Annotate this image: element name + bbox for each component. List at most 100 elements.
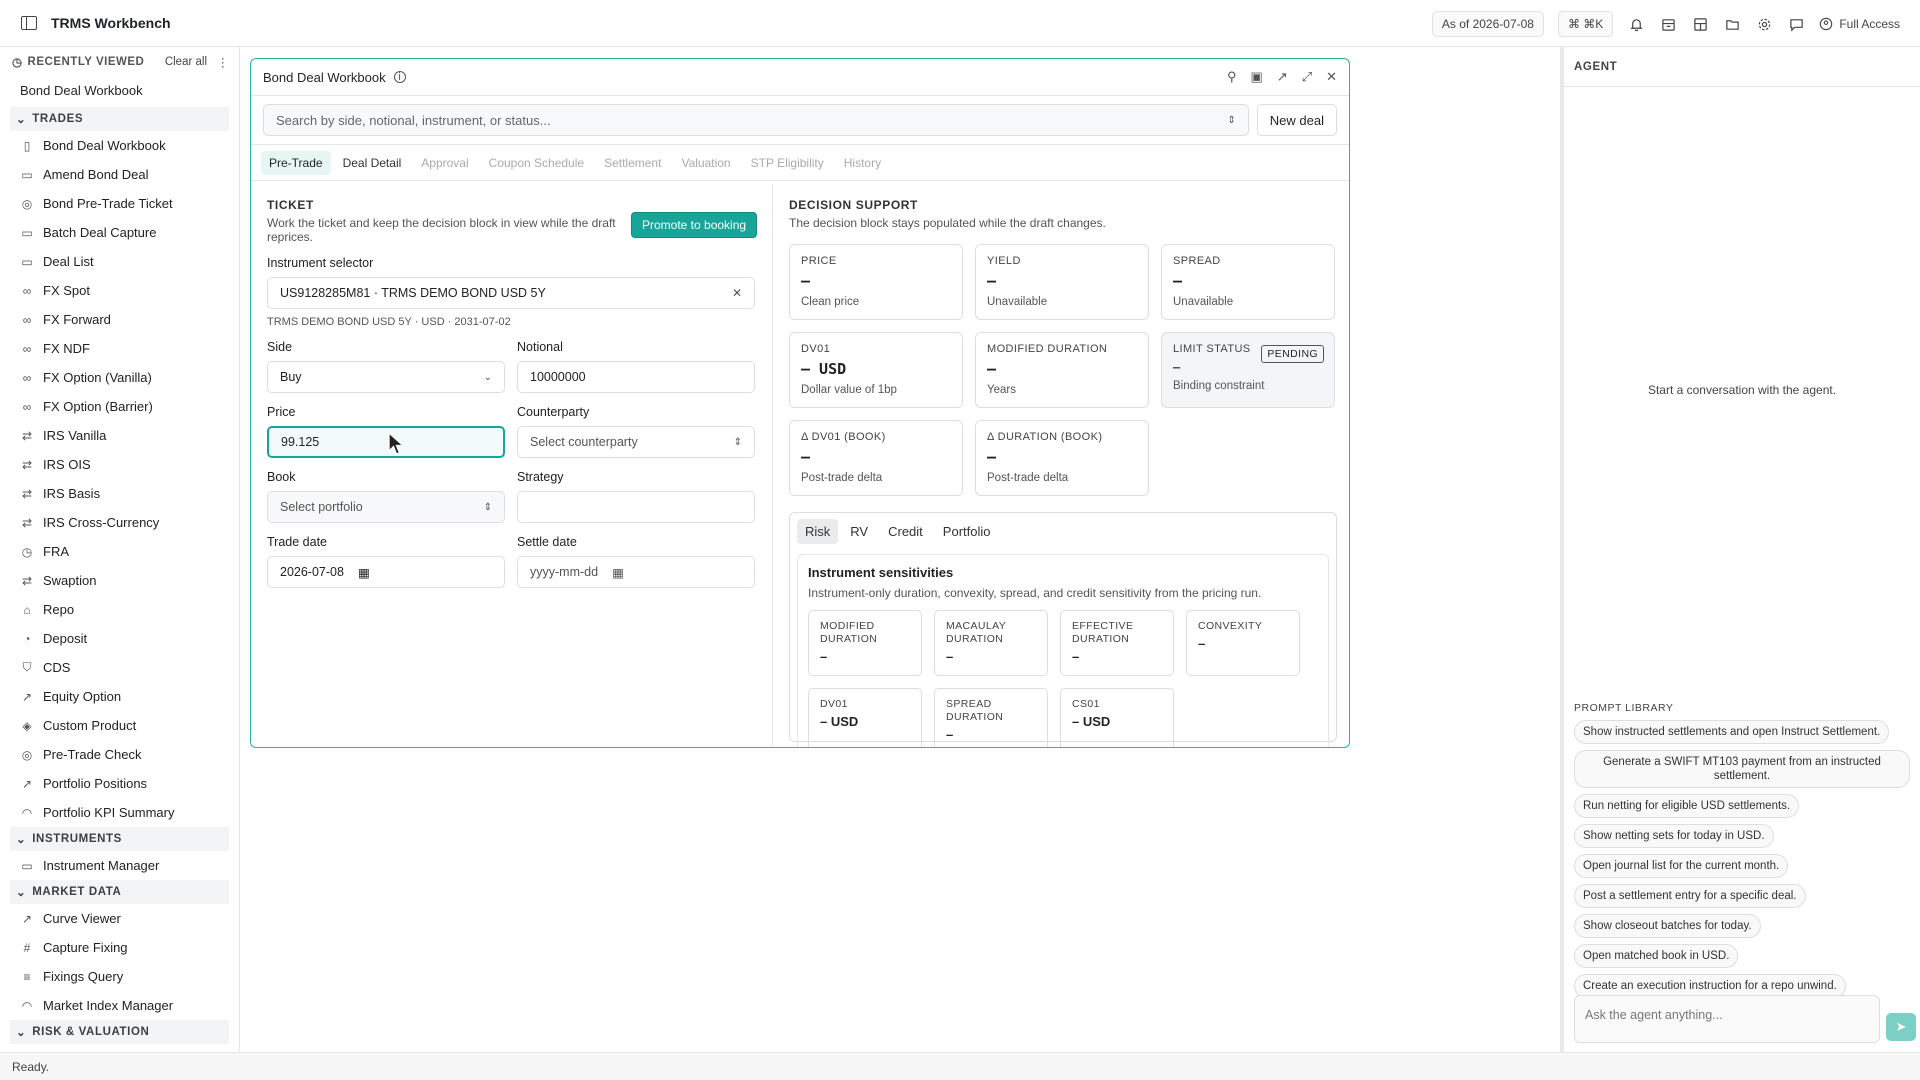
decision-card: DV01 — USD Dollar value of 1bp [789,332,963,408]
open-external-icon[interactable]: ↗ [1277,69,1288,85]
recently-viewed-header: ◷ RECENTLY VIEWED Clear all ⋮ [0,49,239,75]
book-select[interactable]: Select portfolio ⇕ [267,491,505,523]
promote-to-booking-button[interactable]: Promote to booking [631,212,758,238]
sidebar-item[interactable]: ⇄ IRS OIS [0,450,239,479]
bell-icon[interactable] [1627,15,1645,33]
tab[interactable]: Pre-Trade [261,150,331,175]
sidebar-item[interactable]: ◎ Bond Pre-Trade Ticket [0,189,239,218]
access-indicator[interactable]: Full Access [1819,17,1900,31]
sidebar-item[interactable]: ≡ Fixings Query [0,962,239,991]
layout-icon[interactable] [1691,15,1709,33]
more-vertical-icon[interactable]: ⋮ [217,55,229,69]
sidebar-item[interactable]: ∞ FX Spot [0,276,239,305]
save-icon[interactable]: ▣ [1250,69,1262,85]
notional-input[interactable]: 10000000 [517,361,755,393]
settle-date-input[interactable]: yyyy-mm-dd ▦ [517,556,755,588]
gear-icon[interactable] [1755,15,1773,33]
section-header[interactable]: ⌄ MARKET DATA [10,880,229,904]
clear-icon[interactable]: ✕ [732,286,742,300]
book-label: Book [267,470,296,484]
sidebar-item-label: Instrument Manager [43,858,160,873]
prompt-chip[interactable]: Open journal list for the current month. [1574,854,1789,878]
analytics-tab[interactable]: Risk [797,519,839,544]
instrument-meta: TRMS DEMO BOND USD 5Y · USD · 2031-07-02 [267,316,511,328]
calendar-icon[interactable]: ▦ [358,565,370,580]
analytics-tab[interactable]: Portfolio [935,519,999,544]
deal-search-input[interactable]: Search by side, notional, instrument, or… [263,104,1249,136]
as-of-date[interactable]: As of 2026-07-08 [1431,11,1544,37]
info-icon[interactable]: i [393,71,406,83]
tab[interactable]: Deal Detail [335,151,410,175]
sidebar-item[interactable]: ⇄ IRS Vanilla [0,421,239,450]
prompt-chip[interactable]: Generate a SWIFT MT103 payment from an i… [1574,750,1910,788]
analytics-tab[interactable]: RV [842,519,876,544]
sidebar-item[interactable]: ⛉ CDS [0,653,239,682]
sidebar-item[interactable]: ◔ Deposit [0,624,239,653]
card-value: — [1173,272,1183,290]
sidebar-item[interactable]: ↗ Equity Option [0,682,239,711]
sidebar-item[interactable]: ↗ Curve Viewer [0,904,239,933]
sidebar-item[interactable]: ◷ FRA [0,537,239,566]
section-header[interactable]: ⌄ INSTRUMENTS [10,827,229,851]
sidebar-item[interactable]: ⌂ Repo [0,595,239,624]
clear-all-button[interactable]: Clear all [165,56,207,68]
sidebar-item[interactable]: ∞ FX NDF [0,334,239,363]
tab[interactable]: Settlement [596,151,669,175]
close-icon[interactable]: ✕ [1326,69,1337,85]
sidebar-item[interactable]: ◈ Custom Product [0,711,239,740]
command-palette-button[interactable]: ⌘ ⌘K [1557,11,1614,37]
sidebar-item[interactable]: ⇄ IRS Cross-Currency [0,508,239,537]
trade-date-input[interactable]: 2026-07-08 ▦ [267,556,505,588]
sidebar-item[interactable]: ◠ Portfolio KPI Summary [0,798,239,827]
tab[interactable]: STP Eligibility [743,151,832,175]
send-icon[interactable]: ➤ [1886,1013,1916,1041]
instrument-selector[interactable]: US9128285M81 · TRMS DEMO BOND USD 5Y ✕ [267,277,755,309]
strategy-input[interactable] [517,491,755,523]
sidebar-item[interactable]: ↗ Portfolio Positions [0,769,239,798]
sidebar-item[interactable]: ◎ Pre-Trade Check [0,740,239,769]
tab[interactable]: History [836,151,889,175]
sidebar-item[interactable]: ▯ Bond Deal Workbook [0,131,239,160]
chat-icon[interactable] [1787,15,1805,33]
calendar-icon[interactable]: ▦ [612,565,624,580]
sidebar-item[interactable]: ▭ Deal List [0,247,239,276]
sidebar-item[interactable]: ▭ Amend Bond Deal [0,160,239,189]
section-header[interactable]: ⌄ RISK & VALUATION [10,1020,229,1044]
folder-icon[interactable] [1723,15,1741,33]
prompt-chip[interactable]: Open matched book in USD. [1574,944,1739,968]
sidebar-item[interactable]: ∞ FX Forward [0,305,239,334]
counterparty-label: Counterparty [517,405,590,419]
tab[interactable]: Approval [413,151,476,175]
sidebar-item[interactable]: ∞ FX Option (Barrier) [0,392,239,421]
tab[interactable]: Coupon Schedule [481,151,592,175]
analytics-tab[interactable]: Credit [880,519,931,544]
counterparty-select[interactable]: Select counterparty ⇕ [517,426,755,458]
archive-icon[interactable] [1659,15,1677,33]
new-deal-button[interactable]: New deal [1256,104,1337,136]
sidebar-item[interactable]: ▭ Instrument Manager [0,851,239,880]
sidebar-item[interactable]: ▭ Batch Deal Capture [0,218,239,247]
prompt-chip[interactable]: Show instructed settlements and open Ins… [1574,720,1890,744]
sidebar-item[interactable]: ⇄ Swaption [0,566,239,595]
sidebar-item-label: Portfolio Positions [43,776,148,791]
pin-icon[interactable]: ⚲ [1227,69,1237,85]
sidebar-item[interactable]: ◠ Market Index Manager [0,991,239,1020]
maximize-icon[interactable]: ⤢ [1302,69,1312,85]
tab[interactable]: Valuation [673,151,738,175]
prompt-chip[interactable]: Post a settlement entry for a specific d… [1574,884,1806,908]
side-select[interactable]: Buy ⌄ [267,361,505,393]
prompt-chip[interactable]: Show netting sets for today in USD. [1574,824,1774,848]
sidebar-item[interactable]: ∞ FX Option (Vanilla) [0,363,239,392]
price-input[interactable]: 99.125 [267,426,505,458]
section-header[interactable]: ⌄ TRADES [10,107,229,131]
user-icon [1820,17,1833,31]
sidebar-item[interactable]: # Capture Fixing [0,933,239,962]
recent-item[interactable]: Bond Deal Workbook [0,75,239,107]
sidebar-toggle-icon[interactable] [21,16,37,30]
panel-header: Bond Deal Workbook i ⚲ ▣ ↗ ⤢ ✕ [251,59,1349,96]
clock-icon: ◷ [21,544,33,559]
agent-input[interactable]: Ask the agent anything... [1574,995,1880,1043]
sidebar-item[interactable]: ⇄ IRS Basis [0,479,239,508]
prompt-chip[interactable]: Show closeout batches for today. [1574,914,1761,938]
prompt-chip[interactable]: Run netting for eligible USD settlements… [1574,794,1800,818]
